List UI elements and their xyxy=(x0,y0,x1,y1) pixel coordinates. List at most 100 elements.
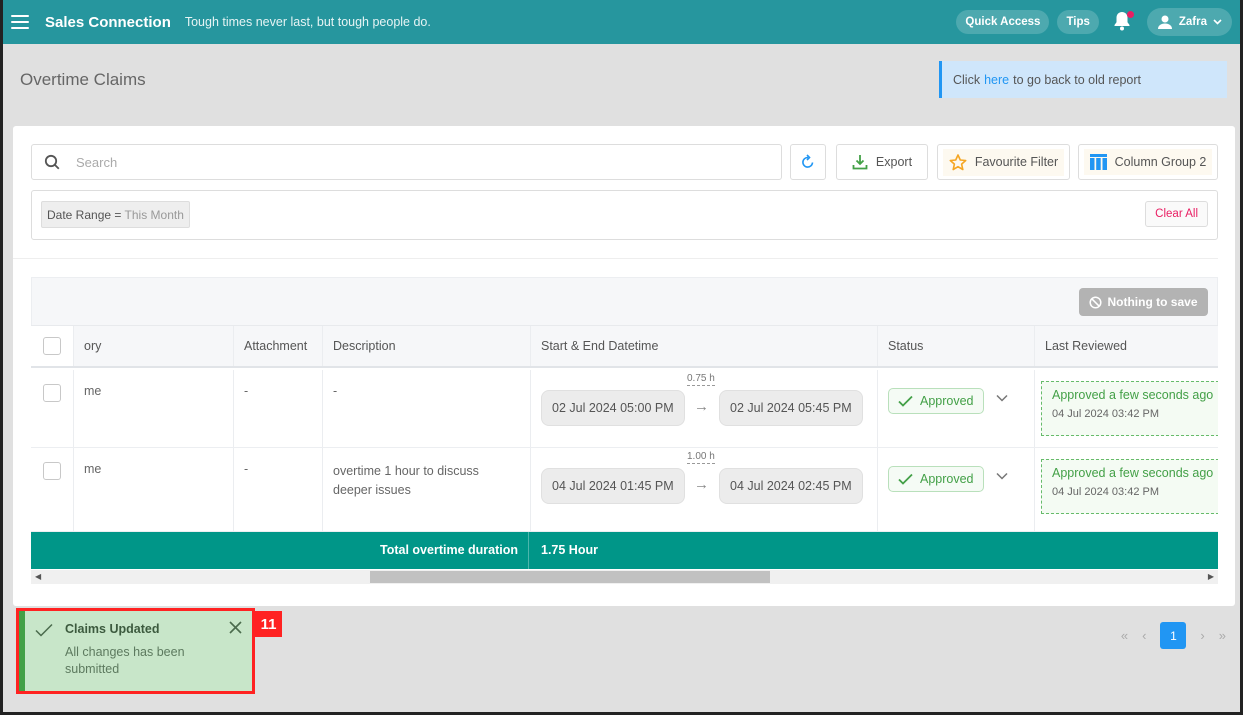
status-cell: Approved xyxy=(877,370,1034,447)
check-icon xyxy=(898,473,913,485)
select-all-cell xyxy=(31,326,73,366)
last-reviewed-cell: Approved a few seconds ago 04 Jul 2024 0… xyxy=(1034,448,1218,531)
category-cell: me xyxy=(73,370,235,447)
brand-name[interactable]: Sales Connection xyxy=(45,14,171,31)
description-cell: overtime 1 hour to discuss deeper issues xyxy=(322,448,530,531)
horizontal-scrollbar[interactable]: ◀ ▶ xyxy=(31,570,1218,584)
quick-access-button[interactable]: Quick Access xyxy=(956,10,1050,34)
row-select-cell xyxy=(31,370,73,447)
export-label: Export xyxy=(875,155,913,169)
status-badge[interactable]: Approved xyxy=(888,466,984,492)
end-datetime: 02 Jul 2024 05:45 PM xyxy=(719,390,863,426)
search-box xyxy=(31,144,782,180)
user-menu[interactable]: Zafra xyxy=(1146,8,1232,36)
notification-bell-icon[interactable] xyxy=(1113,11,1134,33)
attachment-cell: - xyxy=(233,370,322,447)
claims-table: Nothing to save ory Attachment Descripti… xyxy=(31,277,1218,590)
category-cell: me xyxy=(73,448,235,531)
review-text: Approved a few seconds ago xyxy=(1052,388,1214,402)
filter-field: Date Range xyxy=(47,208,112,222)
check-icon xyxy=(898,395,913,407)
old-report-banner: Click here to go back to old report xyxy=(939,61,1227,98)
active-filters: Date Range = This Month Clear All xyxy=(31,190,1218,240)
save-button[interactable]: Nothing to save xyxy=(1079,288,1208,316)
table-row: me - - 0.75 h 02 Jul 2024 05:00 PM → 02 … xyxy=(31,370,1218,448)
chevron-down-icon xyxy=(1213,19,1222,25)
main-card: Export Favourite Filter Column Group 2 D… xyxy=(13,126,1235,606)
review-text: Approved a few seconds ago xyxy=(1052,466,1214,480)
table-header: ory Attachment Description Start & End D… xyxy=(31,325,1218,368)
annotation-badge: 11 xyxy=(255,611,282,637)
close-icon[interactable] xyxy=(229,621,242,634)
row-checkbox[interactable] xyxy=(43,462,61,480)
next-page-button[interactable]: › xyxy=(1200,628,1204,643)
pagination: « ‹ 1 › » xyxy=(1121,622,1226,649)
total-value: 1.75 Hour xyxy=(541,543,598,557)
row-select-cell xyxy=(31,448,73,531)
section-divider xyxy=(13,258,1218,259)
old-report-link[interactable]: here xyxy=(984,73,1009,87)
old-report-suffix: to go back to old report xyxy=(1013,72,1141,87)
search-icon xyxy=(44,154,60,170)
end-datetime: 04 Jul 2024 02:45 PM xyxy=(719,468,863,504)
status-badge[interactable]: Approved xyxy=(888,388,984,414)
status-dropdown-chevron-icon[interactable] xyxy=(995,472,1008,480)
select-all-checkbox[interactable] xyxy=(43,337,61,355)
user-avatar-icon xyxy=(1157,15,1172,29)
success-toast: Claims Updated All changes has been subm… xyxy=(16,608,255,694)
row-checkbox[interactable] xyxy=(43,384,61,402)
toast-title: Claims Updated xyxy=(65,622,160,636)
filter-chip-date-range[interactable]: Date Range = This Month xyxy=(41,201,190,228)
current-page-button[interactable]: 1 xyxy=(1160,622,1187,649)
column-header-attachment[interactable]: Attachment xyxy=(233,326,322,366)
columns-icon xyxy=(1089,154,1107,170)
star-icon xyxy=(949,153,967,170)
column-header-category[interactable]: ory xyxy=(73,326,235,366)
ban-icon xyxy=(1089,295,1103,309)
toast-message: All changes has been submitted xyxy=(65,645,185,676)
last-reviewed-cell: Approved a few seconds ago 04 Jul 2024 0… xyxy=(1034,370,1218,447)
filter-operator: = xyxy=(114,208,122,222)
check-icon xyxy=(35,623,53,637)
review-info: Approved a few seconds ago 04 Jul 2024 0… xyxy=(1041,381,1218,436)
last-page-button[interactable]: » xyxy=(1219,628,1226,643)
attachment-cell: - xyxy=(233,448,322,531)
old-report-prefix: Click xyxy=(953,72,981,87)
arrow-right-icon: → xyxy=(694,398,709,415)
download-icon xyxy=(852,155,868,170)
scroll-right-arrow-icon[interactable]: ▶ xyxy=(1208,572,1214,581)
table-row: me - overtime 1 hour to discuss deeper i… xyxy=(31,448,1218,532)
column-header-status[interactable]: Status xyxy=(877,326,1034,366)
column-group-button[interactable]: Column Group 2 xyxy=(1078,144,1218,180)
filter-value: This Month xyxy=(124,208,184,222)
duration-label: 1.00 h xyxy=(687,451,715,464)
user-name: Zafra xyxy=(1178,16,1207,28)
column-header-last-reviewed[interactable]: Last Reviewed xyxy=(1034,326,1218,366)
column-header-datetime[interactable]: Start & End Datetime xyxy=(530,326,877,366)
column-header-description[interactable]: Description xyxy=(322,326,530,366)
scroll-left-arrow-icon[interactable]: ◀ xyxy=(35,572,41,581)
notification-dot xyxy=(1126,11,1134,18)
total-label: Total overtime duration xyxy=(31,532,529,569)
duration-label: 0.75 h xyxy=(687,373,715,386)
scrollbar-thumb[interactable] xyxy=(370,571,770,583)
favourite-filter-button[interactable]: Favourite Filter xyxy=(937,144,1070,180)
favourite-filter-label: Favourite Filter xyxy=(974,155,1059,169)
export-button[interactable]: Export xyxy=(836,144,928,180)
datetime-cell: 0.75 h 02 Jul 2024 05:00 PM → 02 Jul 202… xyxy=(530,370,877,447)
refresh-icon xyxy=(802,154,814,168)
clear-all-button[interactable]: Clear All xyxy=(1145,201,1208,227)
first-page-button[interactable]: « xyxy=(1121,628,1128,643)
status-dropdown-chevron-icon[interactable] xyxy=(995,394,1008,402)
start-datetime: 02 Jul 2024 05:00 PM xyxy=(541,390,685,426)
hamburger-menu-icon[interactable] xyxy=(11,15,29,29)
tagline: Tough times never last, but tough people… xyxy=(184,15,431,29)
datetime-cell: 1.00 h 04 Jul 2024 01:45 PM → 04 Jul 202… xyxy=(530,448,877,531)
prev-page-button[interactable]: ‹ xyxy=(1142,628,1146,643)
tips-button[interactable]: Tips xyxy=(1057,10,1099,34)
refresh-button[interactable] xyxy=(790,144,826,180)
status-cell: Approved xyxy=(877,448,1034,531)
search-input[interactable] xyxy=(76,154,676,170)
save-button-label: Nothing to save xyxy=(1107,295,1198,309)
status-label: Approved xyxy=(920,472,974,486)
